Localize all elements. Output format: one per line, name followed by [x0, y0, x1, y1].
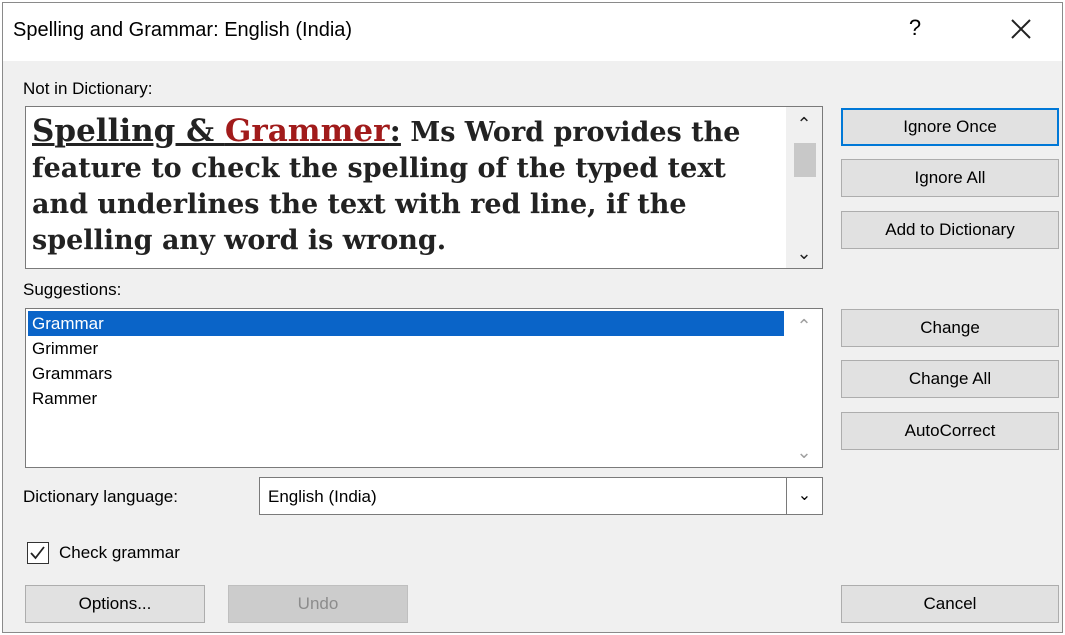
suggestion-item[interactable]: Grammars — [28, 361, 784, 386]
help-icon[interactable]: ? — [905, 15, 925, 41]
suggestions-label: Suggestions: — [23, 280, 122, 299]
suggestion-item[interactable]: Grimmer — [28, 336, 784, 361]
misspelled-word[interactable]: Grammer — [225, 113, 390, 149]
change-all-button[interactable]: Change All — [841, 360, 1059, 398]
not-in-dictionary-text: Spelling & Grammer: Ms Word provides the… — [32, 113, 787, 259]
change-button[interactable]: Change — [841, 309, 1059, 347]
autocorrect-button[interactable]: AutoCorrect — [841, 412, 1059, 450]
not-in-dictionary-label: Not in Dictionary: — [23, 79, 153, 98]
check-grammar-label: Check grammar — [59, 543, 180, 562]
dictionary-language-label: Dictionary language: — [23, 487, 178, 506]
dictionary-language-select[interactable]: English (India) ⌄ — [259, 477, 823, 515]
add-to-dictionary-button[interactable]: Add to Dictionary — [841, 211, 1059, 249]
title-bar: Spelling and Grammar: English (India) ? — [3, 3, 1062, 61]
undo-button: Undo — [228, 585, 408, 623]
suggestions-scrollbar[interactable]: ⌃ ⌄ — [786, 309, 822, 467]
scroll-up-icon[interactable]: ⌃ — [786, 311, 822, 341]
scroll-down-icon[interactable]: ⌄ — [786, 238, 822, 268]
ignore-once-button[interactable]: Ignore Once — [841, 108, 1059, 146]
suggestion-item[interactable]: Rammer — [28, 386, 784, 411]
close-icon[interactable] — [1007, 15, 1035, 43]
options-button[interactable]: Options... — [25, 585, 205, 623]
chevron-down-icon[interactable]: ⌄ — [786, 478, 822, 514]
window-title: Spelling and Grammar: English (India) — [13, 19, 353, 41]
not-in-dictionary-textbox[interactable]: Spelling & Grammer: Ms Word provides the… — [25, 106, 823, 269]
checkmark-icon — [30, 546, 45, 560]
spelling-grammar-dialog: Spelling and Grammar: English (India) ? … — [2, 2, 1063, 633]
scroll-up-icon[interactable]: ⌃ — [786, 109, 822, 139]
dictionary-language-value: English (India) — [268, 487, 377, 506]
ignore-all-button[interactable]: Ignore All — [841, 159, 1059, 197]
textbox-scrollbar[interactable]: ⌃ ⌄ — [786, 107, 822, 268]
scroll-down-icon[interactable]: ⌄ — [786, 437, 822, 467]
scroll-thumb[interactable] — [794, 143, 816, 177]
cancel-button[interactable]: Cancel — [841, 585, 1059, 623]
check-grammar-checkbox[interactable] — [27, 542, 49, 564]
heading-text: Spelling & Grammer: — [32, 113, 401, 149]
suggestions-list[interactable]: Grammar Grimmer Grammars Rammer ⌃ ⌄ — [25, 308, 823, 468]
suggestion-item[interactable]: Grammar — [28, 311, 784, 336]
